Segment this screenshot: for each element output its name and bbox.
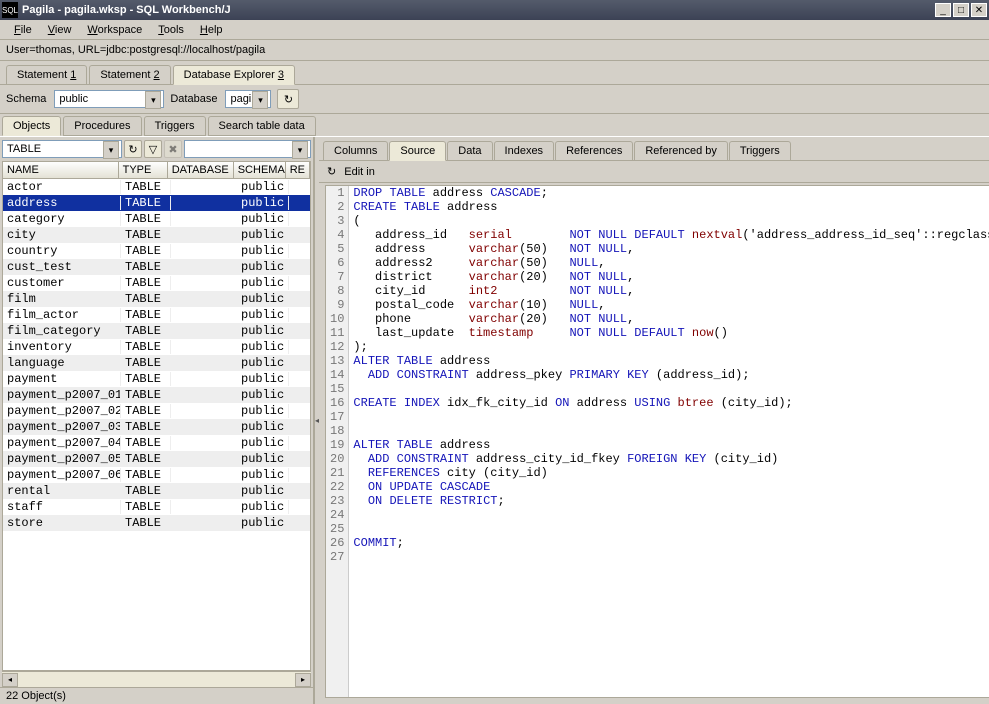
header-name[interactable]: NAME [3,162,119,178]
maximize-button[interactable]: □ [953,3,969,17]
menu-help[interactable]: Help [192,22,231,38]
table-row[interactable]: staffTABLEpublic [3,499,310,515]
edit-in-label[interactable]: Edit in [344,166,375,178]
header-database[interactable]: DATABASE [168,162,234,178]
table-row[interactable]: customerTABLEpublic [3,275,310,291]
close-button[interactable]: ✕ [971,3,987,17]
table-row[interactable]: paymentTABLEpublic [3,371,310,387]
app-icon: SQL [2,2,18,18]
filter-icon[interactable]: ▽ [144,140,162,158]
table-row[interactable]: languageTABLEpublic [3,355,310,371]
tab-triggers[interactable]: Triggers [144,116,206,136]
table-row[interactable]: payment_p2007_06TABLEpublic [3,467,310,483]
tab-objects[interactable]: Objects [2,116,61,136]
horizontal-scrollbar[interactable]: ◂ ▸ [2,671,311,687]
tab-right-triggers[interactable]: Triggers [729,141,791,160]
tab-referenced-by[interactable]: Referenced by [634,141,728,160]
table-row[interactable]: payment_p2007_03TABLEpublic [3,419,310,435]
table-row[interactable]: cust_testTABLEpublic [3,259,310,275]
minimize-button[interactable]: _ [935,3,951,17]
line-gutter: 1 2 3 4 5 6 7 8 9 10 11 12 13 14 15 16 1… [326,186,349,697]
table-row[interactable]: categoryTABLEpublic [3,211,310,227]
header-type[interactable]: TYPE [119,162,168,178]
object-filter-bar: TABLE ↻ ▽ ✖ [0,137,313,161]
main-area: TABLE ↻ ▽ ✖ NAME TYPE DATABASE SCHEMA RE… [0,136,989,704]
title-bar: SQL Pagila - pagila.wksp - SQL Workbench… [0,0,989,20]
menu-view[interactable]: View [40,22,80,38]
database-select[interactable]: pagila [225,90,271,108]
scroll-left-icon[interactable]: ◂ [2,673,18,687]
connection-info: User=thomas, URL=jdbc:postgresql://local… [0,40,989,61]
table-header: NAME TYPE DATABASE SCHEMA RE [3,162,310,179]
tab-source[interactable]: Source [389,141,446,161]
table-row[interactable]: storeTABLEpublic [3,515,310,531]
clear-filter-icon[interactable]: ✖ [164,140,182,158]
table-row[interactable]: filmTABLEpublic [3,291,310,307]
schema-label: Schema [6,93,48,105]
tab-database-explorer[interactable]: Database Explorer 3 [173,65,295,85]
schema-toolbar: Schema public Database pagila ↻ [0,85,989,114]
database-label: Database [170,93,219,105]
table-row[interactable]: film_categoryTABLEpublic [3,323,310,339]
table-row[interactable]: cityTABLEpublic [3,227,310,243]
window-title: Pagila - pagila.wksp - SQL Workbench/J [22,4,935,16]
tab-procedures[interactable]: Procedures [63,116,141,136]
status-bar: 22 Object(s) [0,687,313,704]
reload-icon[interactable]: ↻ [124,140,142,158]
reload-source-icon[interactable]: ↻ [327,165,336,178]
menu-bar: File View Workspace Tools Help [0,20,989,40]
tab-search-table-data[interactable]: Search table data [208,116,316,136]
table-row[interactable]: payment_p2007_01TABLEpublic [3,387,310,403]
detail-tabs: Columns Source Data Indexes References R… [319,137,989,161]
header-remarks[interactable]: RE [286,162,310,178]
objects-table: NAME TYPE DATABASE SCHEMA RE actorTABLEp… [2,161,311,671]
header-schema[interactable]: SCHEMA [234,162,286,178]
tab-references[interactable]: References [555,141,633,160]
left-tabs: Objects Procedures Triggers Search table… [0,114,989,136]
left-panel: TABLE ↻ ▽ ✖ NAME TYPE DATABASE SCHEMA RE… [0,137,315,704]
table-row[interactable]: payment_p2007_05TABLEpublic [3,451,310,467]
object-type-select[interactable]: TABLE [2,140,122,158]
table-body: actorTABLEpublicaddressTABLEpubliccatego… [3,179,310,670]
table-row[interactable]: inventoryTABLEpublic [3,339,310,355]
tab-statement-1[interactable]: Statement 1 [6,65,87,84]
right-panel: Columns Source Data Indexes References R… [319,137,989,704]
main-tabs: Statement 1 Statement 2 Database Explore… [0,61,989,85]
menu-tools[interactable]: Tools [150,22,192,38]
source-editor[interactable]: 1 2 3 4 5 6 7 8 9 10 11 12 13 14 15 16 1… [325,185,989,698]
tab-data[interactable]: Data [447,141,492,160]
refresh-icon[interactable]: ↻ [277,89,299,109]
edit-toolbar: ↻ Edit in [319,161,989,183]
table-row[interactable]: addressTABLEpublic [3,195,310,211]
tab-columns[interactable]: Columns [323,141,388,160]
source-code[interactable]: DROP TABLE address CASCADE; CREATE TABLE… [349,186,989,697]
schema-select[interactable]: public [54,90,164,108]
table-row[interactable]: countryTABLEpublic [3,243,310,259]
table-row[interactable]: actorTABLEpublic [3,179,310,195]
table-row[interactable]: payment_p2007_02TABLEpublic [3,403,310,419]
search-input[interactable] [184,140,311,158]
table-row[interactable]: payment_p2007_04TABLEpublic [3,435,310,451]
menu-file[interactable]: File [6,22,40,38]
tab-indexes[interactable]: Indexes [494,141,555,160]
menu-workspace[interactable]: Workspace [79,22,150,38]
tab-statement-2[interactable]: Statement 2 [89,65,170,84]
table-row[interactable]: rentalTABLEpublic [3,483,310,499]
scroll-right-icon[interactable]: ▸ [295,673,311,687]
table-row[interactable]: film_actorTABLEpublic [3,307,310,323]
